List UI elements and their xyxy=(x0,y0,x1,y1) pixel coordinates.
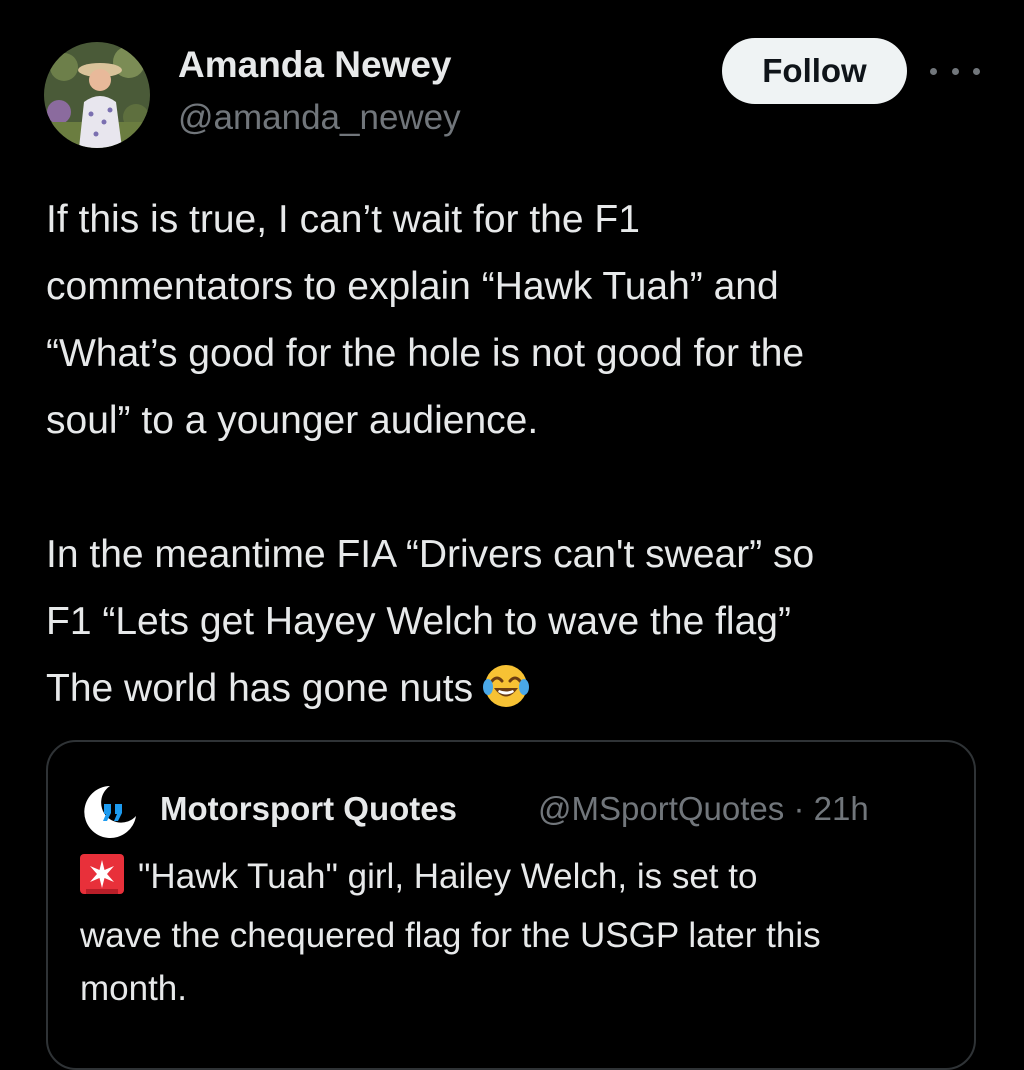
quoted-handle[interactable]: @MSportQuotes xyxy=(538,790,784,827)
tweet-line: The world has gone nuts xyxy=(46,667,474,710)
face-with-tears-of-joy-icon xyxy=(483,663,530,730)
tweet-line: If this is true, I can’t wait for the F1 xyxy=(46,198,640,241)
more-options-button[interactable] xyxy=(930,56,980,86)
tweet-line: “What’s good for the hole is not good fo… xyxy=(46,332,805,375)
quoted-meta: @MSportQuotes · 21h xyxy=(538,790,869,828)
quoted-timestamp[interactable]: 21h xyxy=(814,790,869,827)
quoted-line: month. xyxy=(80,969,187,1008)
quoted-line: "Hawk Tuah" girl, Hailey Welch, is set t… xyxy=(138,857,758,896)
quoted-tweet-card[interactable]: Motorsport Quotes @MSportQuotes · 21h "H… xyxy=(46,740,976,1070)
author-avatar[interactable] xyxy=(44,42,150,148)
tweet-line-last: The world has gone nuts xyxy=(46,655,996,730)
more-horizontal-icon xyxy=(930,67,937,75)
quoted-tweet-body: "Hawk Tuah" girl, Hailey Welch, is set t… xyxy=(80,850,960,1015)
quoted-line-first: "Hawk Tuah" girl, Hailey Welch, is set t… xyxy=(80,850,960,909)
more-horizontal-icon xyxy=(951,67,959,75)
profile-photo-icon xyxy=(44,42,150,148)
tweet-line-break xyxy=(46,454,996,521)
author-handle[interactable]: @amanda_newey xyxy=(178,98,461,138)
quote-marks-logo-icon[interactable] xyxy=(80,782,140,842)
more-horizontal-icon xyxy=(973,67,980,75)
follow-button[interactable]: Follow xyxy=(722,38,907,104)
police-light-icon xyxy=(80,854,124,909)
quoted-line: wave the chequered flag for the USGP lat… xyxy=(80,916,821,955)
tweet-line: F1 “Lets get Hayey Welch to wave the fla… xyxy=(46,600,791,643)
tweet-line: In the meantime FIA “Drivers can't swear… xyxy=(46,533,815,576)
tweet-line: soul” to a younger audience. xyxy=(46,399,539,442)
tweet-body: If this is true, I can’t wait for the F1… xyxy=(46,186,996,730)
tweet-line: commentators to explain “Hawk Tuah” and xyxy=(46,265,779,308)
author-display-name[interactable]: Amanda Newey xyxy=(178,44,452,86)
quoted-display-name[interactable]: Motorsport Quotes xyxy=(160,790,457,828)
meta-separator: · xyxy=(793,790,805,827)
